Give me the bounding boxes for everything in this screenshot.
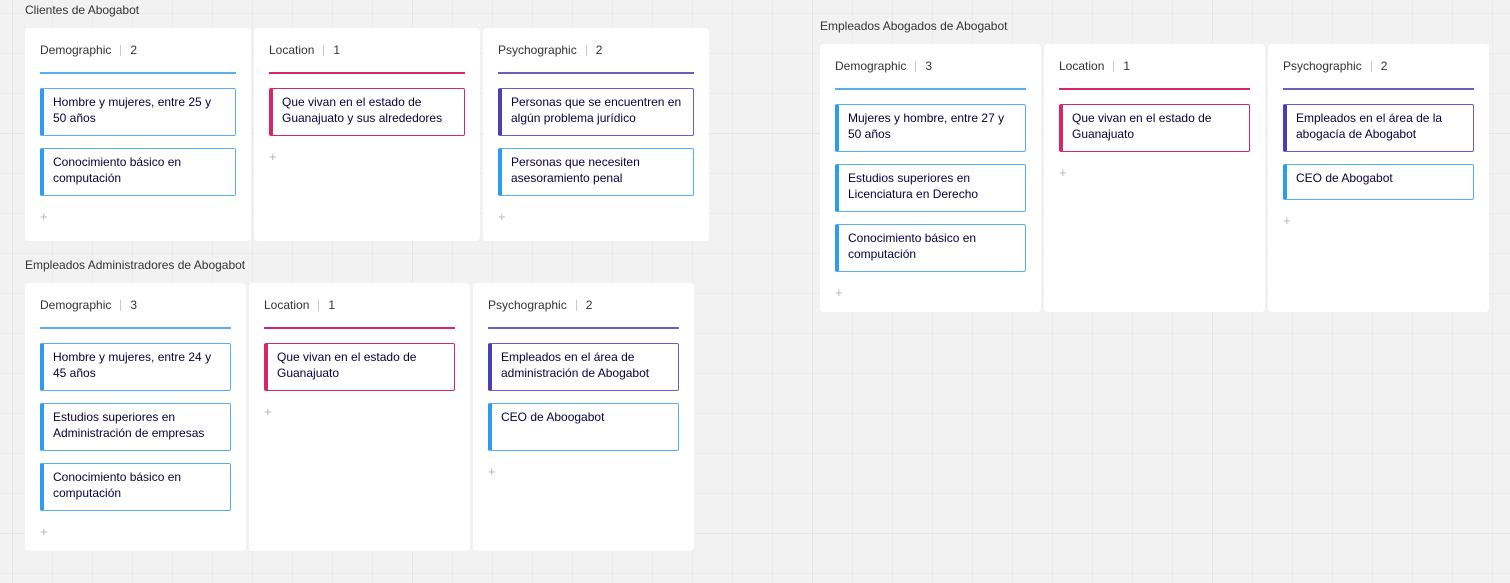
board-title-clientes: Clientes de Abogabot bbox=[25, 3, 140, 17]
column-title: Psychographic bbox=[498, 43, 577, 57]
column-location: Location 1 Que vivan en el estado de Guan… bbox=[249, 283, 470, 551]
add-card-button[interactable]: + bbox=[498, 209, 508, 224]
header-divider bbox=[575, 299, 577, 311]
card[interactable]: Empleados en el área de administración d… bbox=[488, 343, 679, 391]
header-divider bbox=[323, 44, 325, 56]
board-administradores: Demographic 3 Hombre y mujeres, entre 24 … bbox=[25, 283, 694, 551]
column-title: Demographic bbox=[40, 43, 112, 57]
column-title: Demographic bbox=[40, 298, 112, 312]
column-count: 2 bbox=[585, 298, 593, 312]
column-count: 2 bbox=[595, 43, 603, 57]
column-header[interactable]: Demographic 3 bbox=[835, 44, 1026, 90]
column-count: 3 bbox=[925, 59, 933, 73]
card[interactable]: Personas que se encuentren en algún prob… bbox=[498, 88, 694, 136]
header-divider bbox=[585, 44, 587, 56]
card[interactable]: Mujeres y hombre, entre 27 y 50 años bbox=[835, 104, 1026, 152]
column-demographic: Demographic 2 Hombre y mujeres, entre 25 … bbox=[25, 28, 251, 241]
header-divider bbox=[915, 60, 917, 72]
column-demographic: Demographic 3 Mujeres y hombre, entre 27 … bbox=[820, 44, 1041, 312]
card[interactable]: CEO de Abogabot bbox=[1283, 164, 1474, 200]
card[interactable]: Que vivan en el estado de Guanajuato bbox=[1059, 104, 1250, 152]
column-count: 1 bbox=[328, 298, 336, 312]
header-divider bbox=[120, 299, 122, 311]
header-divider bbox=[1370, 60, 1372, 72]
column-header[interactable]: Location 1 bbox=[269, 28, 465, 74]
header-divider bbox=[1113, 60, 1115, 72]
column-location: Location 1 Que vivan en el estado de Guan… bbox=[1044, 44, 1265, 312]
column-title: Location bbox=[264, 298, 310, 312]
column-location: Location 1 Que vivan en el estado de Guan… bbox=[254, 28, 480, 241]
column-demographic: Demographic 3 Hombre y mujeres, entre 24 … bbox=[25, 283, 246, 551]
board-title-administradores: Empleados Administradores de Abogabot bbox=[25, 258, 246, 272]
card[interactable]: Estudios superiores en Licenciatura en D… bbox=[835, 164, 1026, 212]
add-card-button[interactable]: + bbox=[269, 149, 279, 164]
card[interactable]: Conocimiento básico en computación bbox=[40, 463, 231, 511]
column-psychographic: Psychographic 2 Empleados en el área de a… bbox=[473, 283, 694, 551]
column-title: Location bbox=[1059, 59, 1105, 73]
card[interactable]: CEO de Aboogabot bbox=[488, 403, 679, 451]
header-divider bbox=[318, 299, 320, 311]
column-count: 3 bbox=[130, 298, 138, 312]
add-card-button[interactable]: + bbox=[1283, 213, 1293, 228]
add-card-button[interactable]: + bbox=[40, 209, 50, 224]
card[interactable]: Hombre y mujeres, entre 25 y 50 años bbox=[40, 88, 236, 136]
card[interactable]: Estudios superiores en Administración de… bbox=[40, 403, 231, 451]
column-header[interactable]: Demographic 3 bbox=[40, 283, 231, 329]
add-card-button[interactable]: + bbox=[488, 464, 498, 479]
board-clientes: Demographic 2 Hombre y mujeres, entre 25 … bbox=[25, 28, 709, 241]
board-title-abogados: Empleados Abogados de Abogabot bbox=[820, 19, 1008, 33]
column-count: 2 bbox=[1380, 59, 1388, 73]
column-header[interactable]: Psychographic 2 bbox=[488, 283, 679, 329]
column-title: Demographic bbox=[835, 59, 907, 73]
card[interactable]: Empleados en el área de la abogacía de A… bbox=[1283, 104, 1474, 152]
column-header[interactable]: Location 1 bbox=[1059, 44, 1250, 90]
column-header[interactable]: Demographic 2 bbox=[40, 28, 236, 74]
add-card-button[interactable]: + bbox=[835, 285, 845, 300]
add-card-button[interactable]: + bbox=[264, 404, 274, 419]
column-header[interactable]: Location 1 bbox=[264, 283, 455, 329]
card[interactable]: Conocimiento básico en computación bbox=[835, 224, 1026, 272]
column-count: 1 bbox=[333, 43, 341, 57]
column-count: 1 bbox=[1123, 59, 1131, 73]
column-title: Location bbox=[269, 43, 315, 57]
column-psychographic: Psychographic 2 Empleados en el área de l… bbox=[1268, 44, 1489, 312]
column-header[interactable]: Psychographic 2 bbox=[1283, 44, 1474, 90]
column-title: Psychographic bbox=[488, 298, 567, 312]
card[interactable]: Personas que necesiten asesoramiento pen… bbox=[498, 148, 694, 196]
column-title: Psychographic bbox=[1283, 59, 1362, 73]
column-psychographic: Psychographic 2 Personas que se encuentre… bbox=[483, 28, 709, 241]
add-card-button[interactable]: + bbox=[40, 524, 50, 539]
card[interactable]: Conocimiento básico en computación bbox=[40, 148, 236, 196]
board-abogados: Demographic 3 Mujeres y hombre, entre 27 … bbox=[820, 44, 1489, 312]
column-header[interactable]: Psychographic 2 bbox=[498, 28, 694, 74]
add-card-button[interactable]: + bbox=[1059, 165, 1069, 180]
card[interactable]: Hombre y mujeres, entre 24 y 45 años bbox=[40, 343, 231, 391]
column-count: 2 bbox=[130, 43, 138, 57]
header-divider bbox=[120, 44, 122, 56]
card[interactable]: Que vivan en el estado de Guanajuato y s… bbox=[269, 88, 465, 136]
card[interactable]: Que vivan en el estado de Guanajuato bbox=[264, 343, 455, 391]
